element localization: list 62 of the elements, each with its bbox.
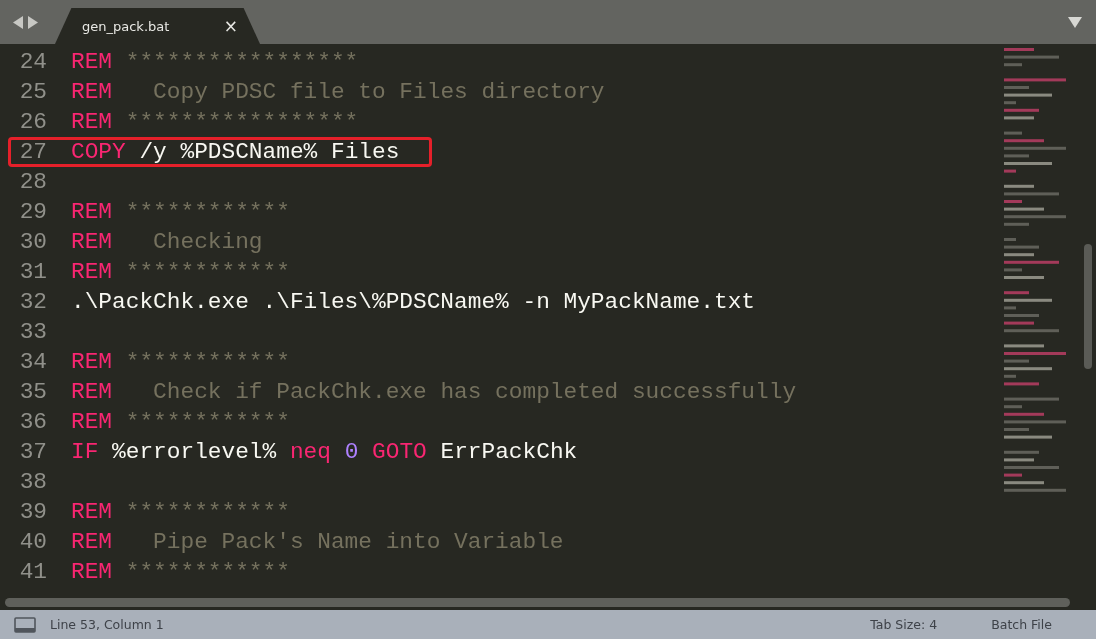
line-number: 29 [18, 199, 47, 225]
comment-text: Pipe Pack's Name into Variable [153, 529, 564, 555]
previous-arrow-icon[interactable] [13, 15, 23, 29]
number-literal: 0 [344, 439, 359, 465]
keyword-text: REM [71, 229, 113, 255]
keyword-text: IF [71, 439, 99, 465]
line-number: 41 [18, 559, 47, 585]
dropdown-arrow-icon[interactable] [1068, 16, 1082, 28]
keyword-text: REM [71, 79, 113, 105]
line-number: 24 [18, 49, 47, 75]
next-arrow-icon[interactable] [28, 15, 38, 29]
keyword-text: REM [71, 259, 113, 285]
line-number: 34 [18, 349, 47, 375]
keyword-text: REM [71, 199, 113, 225]
code-text: .\PackChk.exe .\Files\%PDSCName% -n MyPackName.txt [71, 289, 756, 315]
code-text: ErrPackChk [440, 439, 578, 465]
line-number: 37 [18, 439, 47, 465]
line-number: 25 [18, 79, 47, 105]
comment-text: Copy PDSC file to Files directory [153, 79, 605, 105]
line-number: 27 [18, 139, 47, 165]
keyword-text: REM [71, 109, 113, 135]
cursor-position: Line 53, Column 1 [50, 617, 164, 632]
tab-size-indicator[interactable]: Tab Size: 4 [870, 617, 938, 632]
keyword-text: GOTO [372, 439, 427, 465]
horizontal-scrollbar[interactable] [5, 597, 1070, 607]
keyword-text: neq [289, 439, 331, 465]
comment-text: Checking [153, 229, 263, 255]
line-number: 26 [18, 109, 47, 135]
file-tab[interactable]: gen_pack.bat × [55, 8, 260, 44]
comment-text: ***************** [125, 109, 359, 135]
close-icon[interactable]: × [223, 17, 238, 35]
keyword-text: REM [71, 499, 113, 525]
keyword-text: REM [71, 379, 113, 405]
line-number: 35 [18, 379, 47, 405]
keyword-text: COPY [71, 139, 126, 165]
line-number: 38 [18, 469, 47, 495]
comment-text: ************ [125, 559, 290, 585]
code-text: /y %PDSCName% Files [139, 139, 400, 165]
line-number: 33 [18, 319, 47, 345]
keyword-text: REM [71, 529, 113, 555]
keyword-text: REM [71, 559, 113, 585]
line-number: 30 [18, 229, 47, 255]
syntax-indicator[interactable]: Batch File [991, 617, 1052, 632]
comment-text: ************ [125, 409, 290, 435]
line-number: 39 [18, 499, 47, 525]
panel-icon[interactable] [14, 616, 36, 633]
keyword-text: REM [71, 409, 113, 435]
keyword-text: REM [71, 49, 113, 75]
comment-text: ***************** [125, 49, 359, 75]
line-number: 40 [18, 529, 47, 555]
comment-text: ************ [125, 199, 290, 225]
code-text: %errorlevel% [112, 439, 278, 465]
comment-text: ************ [125, 349, 290, 375]
comment-text: Check if PackChk.exe has completed successfully [153, 379, 797, 405]
scrollbar-thumb[interactable] [1084, 244, 1092, 369]
keyword-text: REM [71, 349, 113, 375]
line-number: 31 [18, 259, 47, 285]
comment-text: ************ [125, 499, 290, 525]
line-number: 36 [18, 409, 47, 435]
comment-text: ************ [125, 259, 290, 285]
line-number: 28 [18, 169, 47, 195]
line-number: 32 [18, 289, 47, 315]
